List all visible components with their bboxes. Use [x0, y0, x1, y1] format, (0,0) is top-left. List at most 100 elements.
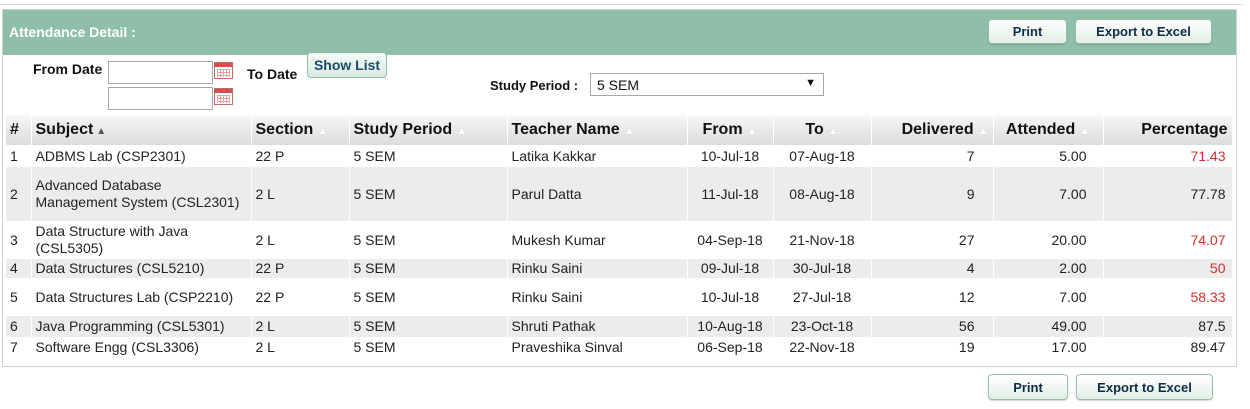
- cell-no: 1: [6, 145, 32, 167]
- cell-period: 5 SEM: [349, 337, 508, 358]
- cell-to: 23-Oct-18: [773, 316, 872, 337]
- table-row: 3 Data Structure with Java (CSL5305) 2 L5 …: [6, 221, 1233, 259]
- cell-percentage: 87.5: [1103, 316, 1233, 337]
- table-row: 5 Data Structures Lab (CSP2210) 22 P5 SEM R…: [6, 278, 1233, 316]
- from-date-calendar-icon[interactable]: [214, 62, 233, 79]
- cell-delivered: 56: [871, 316, 994, 337]
- cell-attended: 49.00: [993, 316, 1104, 337]
- print-button-bottom[interactable]: Print: [988, 374, 1068, 400]
- cell-from: 10-Jul-18: [687, 278, 774, 316]
- cell-teacher: Rinku Saini: [507, 259, 688, 278]
- sort-icon: ▲: [746, 125, 758, 137]
- cell-no: 5: [6, 278, 32, 316]
- cell-teacher: Mukesh Kumar: [507, 221, 688, 259]
- cell-percentage: 71.43: [1103, 145, 1233, 167]
- cell-from: 10-Jul-18: [687, 145, 774, 167]
- cell-delivered: 19: [871, 337, 994, 358]
- cell-percentage: 77.78: [1103, 167, 1233, 221]
- table-row: 2 Advanced Database Management System (CS…: [6, 167, 1233, 221]
- panel-header: Attendance Detail : Print Export to Exce…: [3, 10, 1236, 55]
- cell-period: 5 SEM: [349, 167, 508, 221]
- cell-attended: 7.00: [993, 278, 1104, 316]
- cell-delivered: 12: [871, 278, 994, 316]
- sort-ascending-icon: ▲: [96, 126, 107, 137]
- cell-from: 04-Sep-18: [687, 221, 774, 259]
- sort-icon: ▲: [456, 125, 468, 137]
- column-header-to[interactable]: To ▲: [773, 115, 872, 145]
- table-row: 7 Software Engg (CSL3306) 2 L5 SEM Praveshi…: [6, 337, 1233, 358]
- cell-subject: ADBMS Lab (CSP2301): [31, 145, 252, 167]
- table-row: 6 Java Programming (CSL5301) 2 L5 SEM Shrut…: [6, 316, 1233, 337]
- cell-period: 5 SEM: [349, 278, 508, 316]
- cell-attended: 17.00: [993, 337, 1104, 358]
- column-header-section[interactable]: Section ▲: [251, 115, 350, 145]
- cell-no: 6: [6, 316, 32, 337]
- cell-subject: Advanced Database Management System (CSL…: [31, 167, 252, 221]
- cell-delivered: 7: [871, 145, 994, 167]
- cell-attended: 2.00: [993, 259, 1104, 278]
- sort-icon: ▲: [977, 125, 989, 137]
- cell-percentage: 50: [1103, 259, 1233, 278]
- column-header-percentage[interactable]: Percentage: [1103, 115, 1233, 145]
- cell-no: 3: [6, 221, 32, 259]
- table-row: 1 ADBMS Lab (CSP2301) 22 P5 SEM Latika Kakk…: [6, 145, 1233, 167]
- cell-no: 2: [6, 167, 32, 221]
- cell-teacher: Shruti Pathak: [507, 316, 688, 337]
- cell-percentage: 74.07: [1103, 221, 1233, 259]
- column-header-teacher-name[interactable]: Teacher Name ▲: [507, 115, 688, 145]
- cell-subject: Data Structures (CSL5210): [31, 259, 252, 278]
- cell-to: 27-Jul-18: [773, 278, 872, 316]
- cell-subject: Software Engg (CSL3306): [31, 337, 252, 358]
- cell-to: 21-Nov-18: [773, 221, 872, 259]
- cell-teacher: Praveshika Sinval: [507, 337, 688, 358]
- cell-from: 10-Aug-18: [687, 316, 774, 337]
- cell-to: 08-Aug-18: [773, 167, 872, 221]
- show-list-button[interactable]: Show List: [307, 52, 387, 78]
- cell-period: 5 SEM: [349, 145, 508, 167]
- cell-from: 11-Jul-18: [687, 167, 774, 221]
- panel-title: Attendance Detail :: [9, 24, 136, 40]
- cell-teacher: Parul Datta: [507, 167, 688, 221]
- cell-section: 22 P: [251, 145, 350, 167]
- cell-period: 5 SEM: [349, 221, 508, 259]
- cell-attended: 7.00: [993, 167, 1104, 221]
- print-button-top[interactable]: Print: [988, 19, 1067, 44]
- cell-delivered: 9: [871, 167, 994, 221]
- sort-icon: ▲: [1079, 125, 1091, 137]
- cell-section: 2 L: [251, 221, 350, 259]
- sort-icon: ▲: [317, 125, 329, 137]
- cell-to: 07-Aug-18: [773, 145, 872, 167]
- cell-from: 09-Jul-18: [687, 259, 774, 278]
- from-date-input[interactable]: [108, 61, 213, 84]
- cell-subject: Data Structure with Java (CSL5305): [31, 221, 252, 259]
- cell-period: 5 SEM: [349, 316, 508, 337]
- column-header-number: #: [6, 115, 32, 145]
- export-excel-button-bottom[interactable]: Export to Excel: [1076, 374, 1213, 400]
- cell-section: 2 L: [251, 167, 350, 221]
- cell-teacher: Latika Kakkar: [507, 145, 688, 167]
- study-period-label: Study Period :: [490, 78, 579, 93]
- study-period-select[interactable]: 5 SEM ▼: [590, 73, 824, 96]
- cell-from: 06-Sep-18: [687, 337, 774, 358]
- sort-icon: ▲: [623, 125, 635, 137]
- column-header-delivered[interactable]: Delivered ▲: [871, 115, 994, 145]
- cell-delivered: 4: [871, 259, 994, 278]
- to-date-calendar-icon[interactable]: [214, 88, 233, 105]
- export-excel-button-top[interactable]: Export to Excel: [1075, 19, 1212, 44]
- column-header-study-period[interactable]: Study Period ▲: [349, 115, 508, 145]
- cell-no: 4: [6, 259, 32, 278]
- cell-attended: 5.00: [993, 145, 1104, 167]
- cell-to: 30-Jul-18: [773, 259, 872, 278]
- column-header-subject[interactable]: Subject ▲: [31, 115, 252, 145]
- column-header-attended[interactable]: Attended ▲: [993, 115, 1104, 145]
- top-divider: [0, 4, 1244, 5]
- attendance-table: # Subject ▲ Section ▲ Study Period ▲ Teache…: [6, 115, 1233, 358]
- table-row: 4 Data Structures (CSL5210) 22 P5 SEM Rinku…: [6, 259, 1233, 278]
- cell-section: 22 P: [251, 278, 350, 316]
- table-header-row: # Subject ▲ Section ▲ Study Period ▲ Teache…: [6, 115, 1233, 145]
- from-date-label: From Date: [33, 61, 103, 77]
- cell-percentage: 89.47: [1103, 337, 1233, 358]
- to-date-input[interactable]: [108, 87, 213, 110]
- cell-percentage: 58.33: [1103, 278, 1233, 316]
- column-header-from[interactable]: From ▲: [687, 115, 774, 145]
